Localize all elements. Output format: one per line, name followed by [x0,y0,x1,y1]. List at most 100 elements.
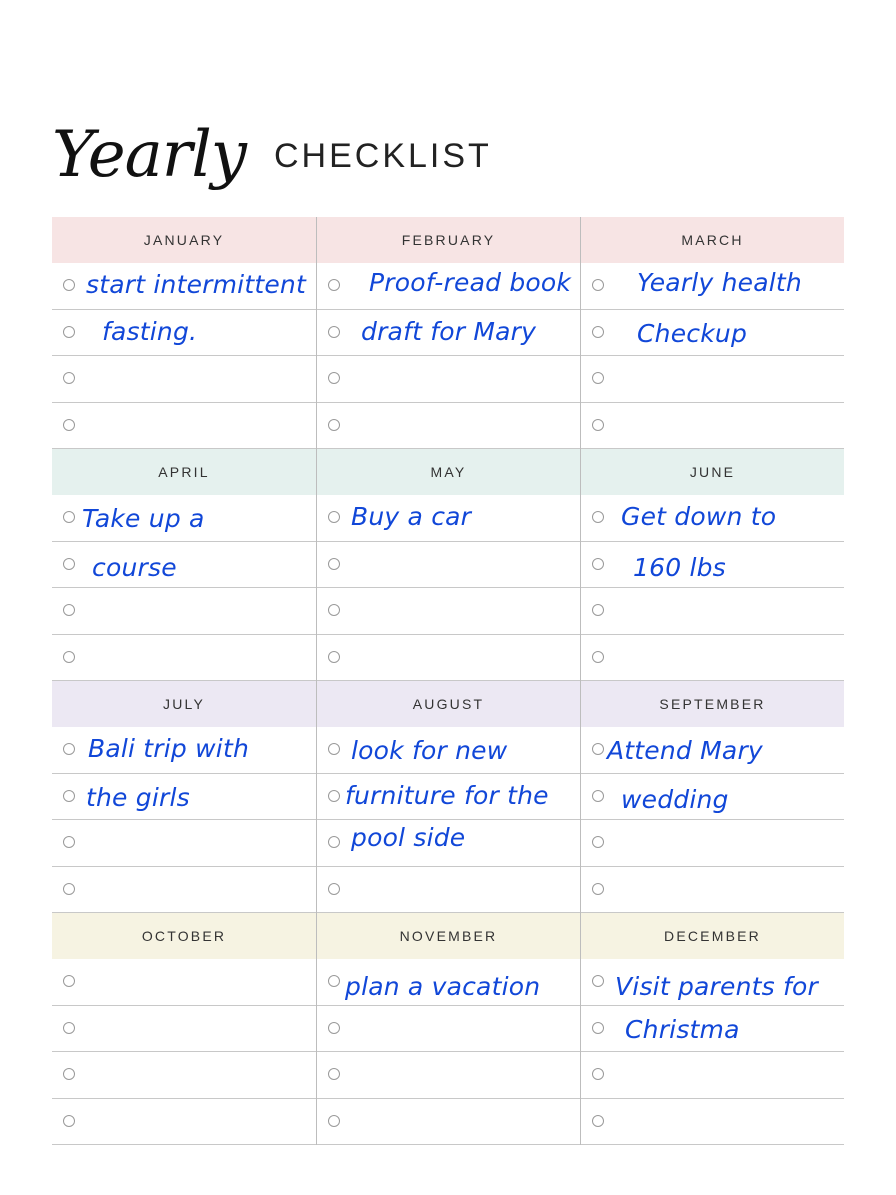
checkbox-circle[interactable] [63,789,75,802]
checklist-row [52,1006,316,1052]
month-header: MARCH [581,217,844,263]
checkbox-circle[interactable] [592,882,604,895]
checkbox-circle[interactable] [592,789,604,802]
checklist-row [581,588,844,635]
checkbox-circle[interactable] [63,743,75,755]
checkbox-circle[interactable] [592,279,604,291]
checklist-row: Buy a car [317,495,580,542]
checkbox-circle[interactable] [328,372,340,384]
checklist-row [581,1099,844,1145]
checklist-row: Proof-read book [317,263,580,310]
handwritten-entry[interactable]: Attend Mary [607,735,763,767]
handwritten-entry[interactable]: course [92,552,177,584]
checkbox-circle[interactable] [328,882,340,895]
checkbox-circle[interactable] [592,743,604,755]
checkbox-circle[interactable] [63,1114,75,1127]
checkbox-circle[interactable] [592,372,604,384]
checklist-row: Attend Mary [581,727,844,774]
month-september: SEPTEMBER Attend Mary wedding [580,681,844,913]
handwritten-entry[interactable]: Bali trip with [88,733,249,765]
checkbox-circle[interactable] [592,604,604,616]
quarter-block: JULY Bali trip with the girls AUGUST look fo… [52,681,844,913]
checklist-row [581,820,844,867]
handwritten-entry[interactable]: furniture for the [345,780,549,812]
handwritten-entry[interactable]: Yearly health [637,267,802,299]
handwritten-entry[interactable]: Take up a [82,503,205,535]
checklist-row [317,1052,580,1099]
handwritten-entry[interactable]: Christma [625,1014,740,1046]
quarter-block: JANUARY start intermittent fasting. FEBRUAR… [52,217,844,449]
checkbox-circle[interactable] [328,1114,340,1127]
checkbox-circle[interactable] [592,1021,604,1034]
checkbox-circle[interactable] [592,511,604,523]
checkbox-circle[interactable] [592,1068,604,1080]
checkbox-circle[interactable] [328,418,340,431]
handwritten-entry[interactable]: draft for Mary [361,316,536,348]
checklist-row [52,1052,316,1099]
checklist-row [52,867,316,913]
checkbox-circle[interactable] [63,882,75,895]
checkbox-circle[interactable] [328,743,340,755]
handwritten-entry[interactable]: Visit parents for [615,971,818,1003]
checklist-row: fasting. [52,310,316,356]
checkbox-circle[interactable] [592,418,604,431]
month-header: FEBRUARY [317,217,580,263]
month-header: AUGUST [317,681,580,727]
checkbox-circle[interactable] [63,279,75,291]
checkbox-circle[interactable] [592,1114,604,1127]
checkbox-circle[interactable] [328,789,340,802]
checkbox-circle[interactable] [328,604,340,616]
handwritten-entry[interactable]: wedding [621,784,729,816]
checkbox-circle[interactable] [592,975,604,987]
checkbox-circle[interactable] [63,604,75,616]
checkbox-circle[interactable] [63,650,75,663]
checkbox-circle[interactable] [328,557,340,570]
handwritten-entry[interactable]: the girls [86,782,190,814]
checklist-row [317,356,580,403]
checklist-row: Visit parents for [581,959,844,1006]
checkbox-circle[interactable] [328,1021,340,1034]
checklist-row: Get down to [581,495,844,542]
month-header: SEPTEMBER [581,681,844,727]
handwritten-entry[interactable]: Get down to [621,501,776,533]
handwritten-entry[interactable]: look for new [351,735,507,767]
title-main: CHECKLIST [274,137,492,175]
checklist-row: draft for Mary [317,310,580,356]
checkbox-circle[interactable] [63,1068,75,1080]
month-march: MARCH Yearly health Checkup [580,217,844,449]
checkbox-circle[interactable] [328,325,340,338]
checkbox-circle[interactable] [63,372,75,384]
checkbox-circle[interactable] [328,511,340,523]
checkbox-circle[interactable] [328,279,340,291]
checkbox-circle[interactable] [592,836,604,848]
checkbox-circle[interactable] [592,325,604,338]
checkbox-circle[interactable] [63,418,75,431]
checkbox-circle[interactable] [592,557,604,570]
checkbox-circle[interactable] [63,511,75,523]
checkbox-circle[interactable] [63,975,75,987]
checkbox-circle[interactable] [328,836,340,848]
checklist-row: start intermittent [52,263,316,310]
checklist-row: Bali trip with [52,727,316,774]
handwritten-entry[interactable]: pool side [351,822,465,854]
checkbox-circle[interactable] [592,650,604,663]
handwritten-entry[interactable]: Checkup [637,318,747,350]
checkbox-circle[interactable] [63,557,75,570]
checkbox-circle[interactable] [63,1021,75,1034]
month-header: APRIL [52,449,316,495]
handwritten-entry[interactable]: start intermittent [86,269,306,301]
checklist-grid: JANUARY start intermittent fasting. FEBRUAR… [52,217,844,1145]
checkbox-circle[interactable] [63,836,75,848]
checkbox-circle[interactable] [328,975,340,987]
checklist-row [317,588,580,635]
handwritten-entry[interactable]: Proof-read book [369,267,571,299]
checklist-row [52,635,316,681]
checkbox-circle[interactable] [328,1068,340,1080]
handwritten-entry[interactable]: fasting. [102,316,197,348]
checkbox-circle[interactable] [63,325,75,338]
handwritten-entry[interactable]: plan a vacation [345,971,540,1003]
checklist-row [52,403,316,449]
checkbox-circle[interactable] [328,650,340,663]
handwritten-entry[interactable]: 160 lbs [633,552,726,584]
handwritten-entry[interactable]: Buy a car [351,501,471,533]
